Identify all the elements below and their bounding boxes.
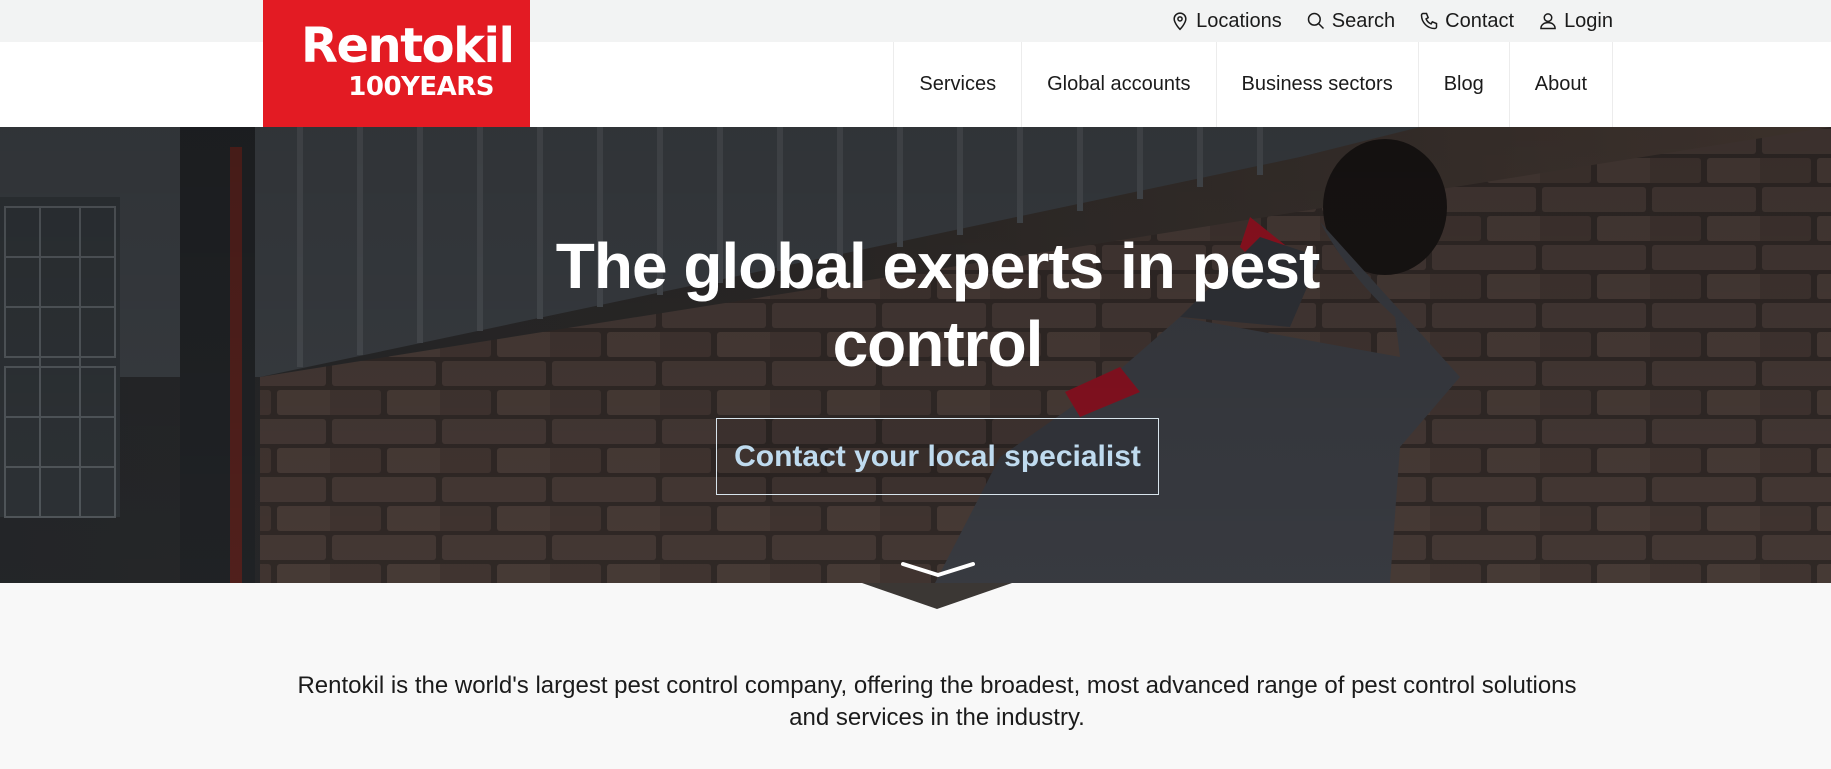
locations-link[interactable]: Locations: [1170, 10, 1282, 33]
hero-title-line1: The global experts in pest: [555, 230, 1321, 302]
locations-label: Locations: [1196, 9, 1282, 32]
contact-label: Contact: [1445, 9, 1515, 32]
logo-wordmark: Rentokil: [301, 18, 515, 74]
contact-link[interactable]: Contact: [1419, 10, 1514, 33]
login-link[interactable]: Login: [1538, 10, 1613, 33]
intro-line1: Rentokil is the world's largest pest con…: [297, 672, 1577, 699]
nav-items: Services Global accounts Business sector…: [893, 42, 1613, 127]
user-icon: [1540, 13, 1556, 30]
search-link[interactable]: Search: [1306, 10, 1395, 33]
search-icon: [1307, 12, 1324, 30]
search-label: Search: [1331, 9, 1396, 32]
hero-title: The global experts in pest control: [0, 227, 1831, 383]
rentokil-logo[interactable]: Rentokil 100YEARS: [263, 0, 530, 127]
nav-item-services[interactable]: Services: [894, 42, 1023, 127]
contact-specialist-button[interactable]: Contact your local specialist: [716, 418, 1159, 495]
login-label: Login: [1564, 9, 1613, 32]
chevron-down-icon[interactable]: [900, 560, 976, 578]
hero-notch: [862, 583, 1012, 609]
intro-line2: and services in the industry.: [789, 704, 1085, 731]
logo-tagline: 100YEARS: [348, 72, 494, 102]
nav-item-blog[interactable]: Blog: [1419, 42, 1510, 127]
intro-text: Rentokil is the world's largest pest con…: [260, 670, 1614, 734]
map-pin-icon: [1173, 12, 1187, 31]
page: Locations Search Contact Login Services …: [0, 0, 1831, 769]
nav-item-global-accounts[interactable]: Global accounts: [1022, 42, 1217, 127]
nav-item-business-sectors[interactable]: Business sectors: [1217, 42, 1419, 127]
phone-icon: [1420, 12, 1438, 30]
nav-item-about[interactable]: About: [1510, 42, 1613, 127]
utility-links: Locations Search Contact Login: [1170, 0, 1613, 42]
hero-banner: The global experts in pest control Conta…: [0, 127, 1831, 583]
hero-title-line2: control: [832, 308, 1044, 380]
